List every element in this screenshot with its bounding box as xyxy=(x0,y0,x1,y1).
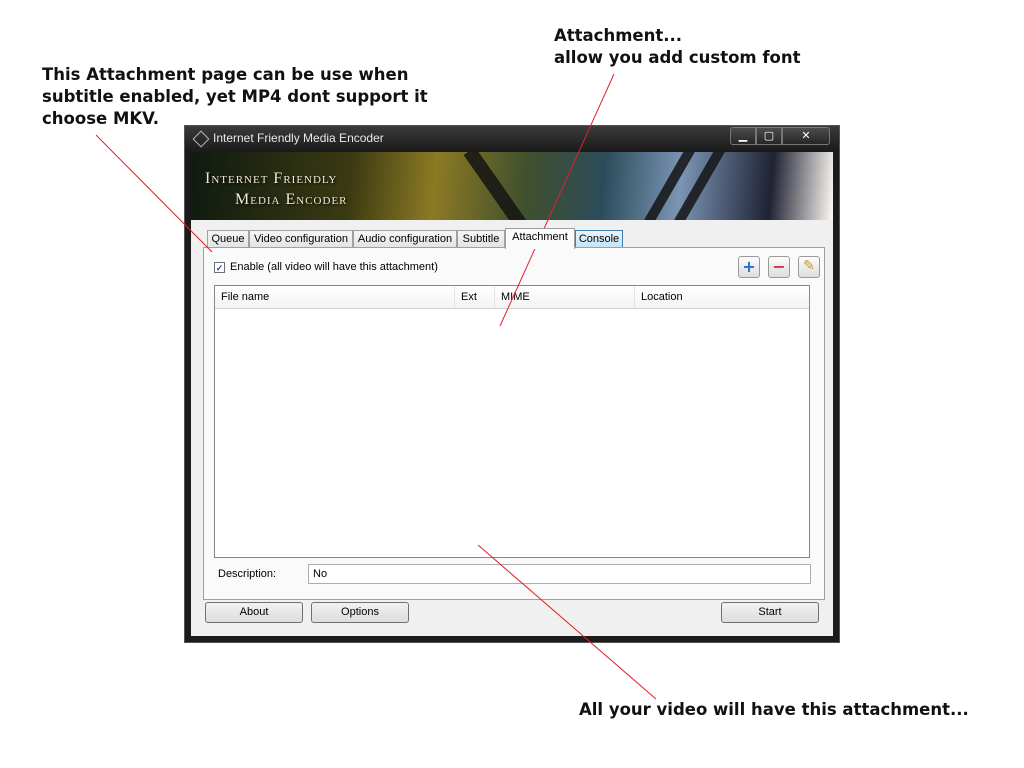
banner-image: Internet Friendly Media Encoder xyxy=(191,152,833,220)
column-location[interactable]: Location xyxy=(635,286,809,308)
title-bar[interactable]: Internet Friendly Media Encoder ▁ ▢ ✕ xyxy=(185,126,839,152)
client-area: Internet Friendly Media Encoder Queue Vi… xyxy=(191,152,833,636)
attachment-panel: ✓ Enable (all video will have this attac… xyxy=(203,247,825,600)
tab-queue[interactable]: Queue xyxy=(207,230,249,248)
list-header: File name Ext MIME Location xyxy=(215,286,809,309)
window-title: Internet Friendly Media Encoder xyxy=(213,131,384,145)
tab-console[interactable]: Console xyxy=(575,230,623,248)
app-window: Internet Friendly Media Encoder ▁ ▢ ✕ In… xyxy=(184,125,840,643)
enable-label[interactable]: Enable (all video will have this attachm… xyxy=(230,261,438,273)
description-label: Description: xyxy=(218,568,277,580)
tab-subtitle[interactable]: Subtitle xyxy=(457,230,505,248)
tab-audio-configuration[interactable]: Audio configuration xyxy=(353,230,457,248)
enable-checkbox[interactable]: ✓ xyxy=(214,262,225,273)
maximize-button[interactable]: ▢ xyxy=(756,127,782,145)
column-mime[interactable]: MIME xyxy=(495,286,635,308)
annotation-top: Attachment... allow you add custom font xyxy=(554,26,801,67)
app-icon xyxy=(192,130,210,148)
annotation-left: This Attachment page can be use when sub… xyxy=(42,65,428,128)
plus-icon: + xyxy=(742,257,756,276)
remove-attachment-button[interactable]: − xyxy=(768,256,790,278)
close-button[interactable]: ✕ xyxy=(782,127,830,145)
minus-icon: − xyxy=(772,257,786,276)
options-button[interactable]: Options xyxy=(311,602,409,623)
clear-attachments-button[interactable]: ✎ xyxy=(798,256,820,278)
start-button[interactable]: Start xyxy=(721,602,819,623)
broom-icon: ✎ xyxy=(803,258,815,274)
film-strip-decoration xyxy=(463,152,533,220)
annotation-bottom: All your video will have this attachment… xyxy=(579,700,969,719)
banner-title: Internet Friendly Media Encoder xyxy=(205,170,348,208)
about-button[interactable]: About xyxy=(205,602,303,623)
stripe-decoration xyxy=(666,152,726,220)
column-ext[interactable]: Ext xyxy=(455,286,495,308)
tab-video-configuration[interactable]: Video configuration xyxy=(249,230,353,248)
tab-attachment[interactable]: Attachment xyxy=(505,228,575,249)
attachment-list[interactable]: File name Ext MIME Location xyxy=(214,285,810,558)
description-input[interactable]: No xyxy=(308,564,811,584)
minimize-button[interactable]: ▁ xyxy=(730,127,756,145)
column-file-name[interactable]: File name xyxy=(215,286,455,308)
add-attachment-button[interactable]: + xyxy=(738,256,760,278)
